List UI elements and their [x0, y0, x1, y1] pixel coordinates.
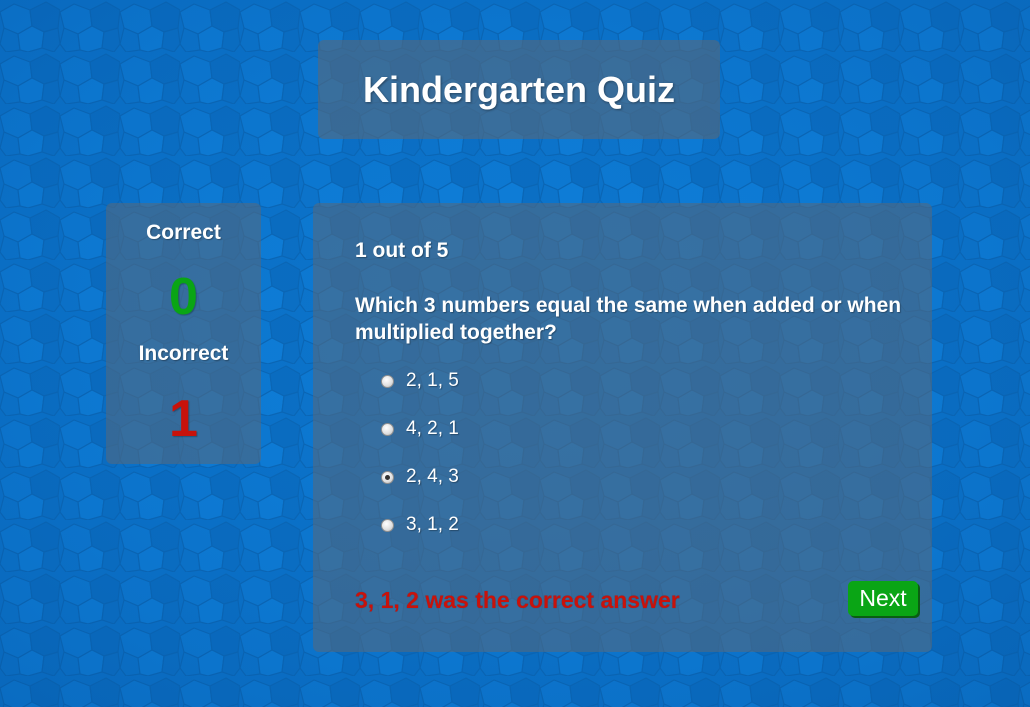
quiz-panel: 1 out of 5 Which 3 numbers equal the sam…: [313, 203, 932, 652]
answer-option-3[interactable]: 2, 4, 3: [381, 465, 459, 489]
next-button[interactable]: Next: [848, 581, 918, 616]
radio-button-icon[interactable]: [381, 374, 394, 388]
radio-button-checked-icon[interactable]: [381, 470, 394, 484]
correct-count: 0: [169, 268, 198, 326]
incorrect-label: Incorrect: [138, 342, 229, 365]
answer-option-4[interactable]: 3, 1, 2: [381, 513, 459, 537]
page-title: Kindergarten Quiz: [362, 68, 676, 110]
radio-button-icon[interactable]: [381, 518, 394, 532]
answer-option-label: 2, 4, 3: [406, 466, 459, 487]
answer-option-label: 2, 1, 5: [406, 370, 459, 391]
score-panel: Correct 0 Incorrect 1: [106, 203, 261, 464]
answer-option-2[interactable]: 4, 2, 1: [381, 417, 459, 441]
title-panel: Kindergarten Quiz: [318, 40, 720, 139]
radio-button-icon[interactable]: [381, 422, 394, 436]
correct-label: Correct: [146, 221, 221, 244]
incorrect-count: 1: [169, 390, 198, 448]
answer-option-label: 3, 1, 2: [406, 514, 459, 535]
question-progress: 1 out of 5: [355, 239, 449, 262]
question-text: Which 3 numbers equal the same when adde…: [355, 294, 902, 344]
answer-feedback: 3, 1, 2 was the correct answer: [355, 587, 680, 613]
answer-option-1[interactable]: 2, 1, 5: [381, 369, 459, 393]
answer-option-label: 4, 2, 1: [406, 418, 459, 439]
